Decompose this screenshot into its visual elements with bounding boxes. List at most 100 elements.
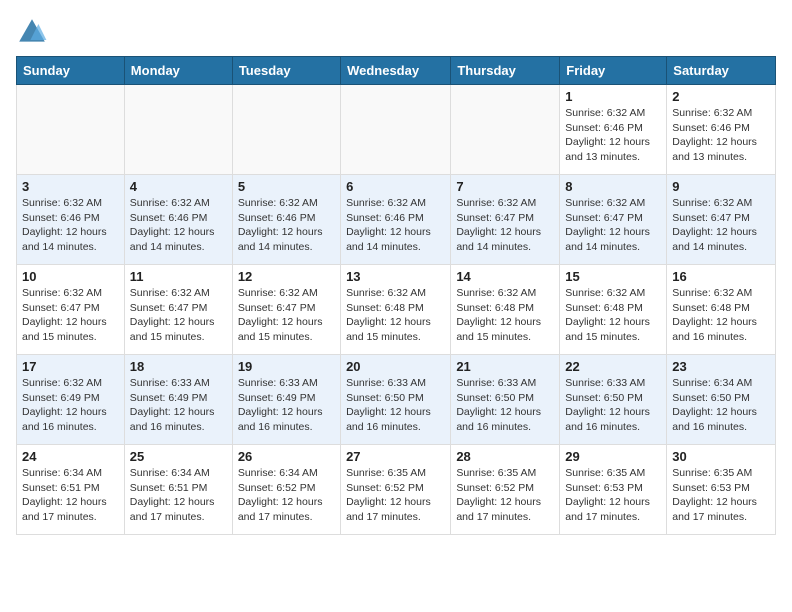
day-info: Sunrise: 6:33 AM Sunset: 6:49 PM Dayligh… [238,376,335,435]
day-number: 21 [456,359,554,374]
day-number: 15 [565,269,661,284]
calendar-cell: 19 Sunrise: 6:33 AM Sunset: 6:49 PM Dayli… [232,355,340,445]
calendar-cell [232,85,340,175]
logo-icon [16,16,48,48]
day-info: Sunrise: 6:32 AM Sunset: 6:46 PM Dayligh… [672,106,770,165]
day-number: 22 [565,359,661,374]
calendar-cell [124,85,232,175]
calendar-cell: 8 Sunrise: 6:32 AM Sunset: 6:47 PM Daylig… [560,175,667,265]
day-info: Sunrise: 6:32 AM Sunset: 6:46 PM Dayligh… [238,196,335,255]
day-number: 2 [672,89,770,104]
calendar-cell: 14Sunrise: 6:32 AM Sunset: 6:48 PM Dayli… [451,265,560,355]
day-number: 6 [346,179,445,194]
calendar-cell: 24Sunrise: 6:34 AM Sunset: 6:51 PM Dayli… [17,445,125,535]
day-info: Sunrise: 6:32 AM Sunset: 6:49 PM Dayligh… [22,376,119,435]
day-number: 28 [456,449,554,464]
page-header [16,16,776,48]
day-info: Sunrise: 6:32 AM Sunset: 6:47 PM Dayligh… [456,196,554,255]
day-info: Sunrise: 6:34 AM Sunset: 6:51 PM Dayligh… [130,466,227,525]
calendar-cell [341,85,451,175]
calendar-table: SundayMondayTuesdayWednesdayThursdayFrid… [16,56,776,535]
day-number: 20 [346,359,445,374]
day-number: 10 [22,269,119,284]
day-info: Sunrise: 6:32 AM Sunset: 6:47 PM Dayligh… [22,286,119,345]
calendar-cell: 4 Sunrise: 6:32 AM Sunset: 6:46 PM Daylig… [124,175,232,265]
calendar-cell: 15 Sunrise: 6:32 AM Sunset: 6:48 PM Dayli… [560,265,667,355]
calendar-cell: 18 Sunrise: 6:33 AM Sunset: 6:49 PM Dayli… [124,355,232,445]
day-number: 8 [565,179,661,194]
day-number: 9 [672,179,770,194]
calendar-cell: 29 Sunrise: 6:35 AM Sunset: 6:53 PM Dayli… [560,445,667,535]
day-number: 17 [22,359,119,374]
calendar-cell: 1 Sunrise: 6:32 AM Sunset: 6:46 PM Daylig… [560,85,667,175]
day-number: 4 [130,179,227,194]
calendar-cell: 21Sunrise: 6:33 AM Sunset: 6:50 PM Dayli… [451,355,560,445]
calendar-cell: 7Sunrise: 6:32 AM Sunset: 6:47 PM Daylig… [451,175,560,265]
day-number: 19 [238,359,335,374]
calendar-cell: 28 Sunrise: 6:35 AM Sunset: 6:52 PM Dayli… [451,445,560,535]
calendar-header-row: SundayMondayTuesdayWednesdayThursdayFrid… [17,57,776,85]
day-info: Sunrise: 6:32 AM Sunset: 6:47 PM Dayligh… [565,196,661,255]
calendar-cell: 16 Sunrise: 6:32 AM Sunset: 6:48 PM Dayli… [667,265,776,355]
calendar-cell [451,85,560,175]
day-info: Sunrise: 6:35 AM Sunset: 6:53 PM Dayligh… [565,466,661,525]
calendar-cell: 26 Sunrise: 6:34 AM Sunset: 6:52 PM Dayli… [232,445,340,535]
day-info: Sunrise: 6:34 AM Sunset: 6:50 PM Dayligh… [672,376,770,435]
day-number: 11 [130,269,227,284]
calendar-cell: 6 Sunrise: 6:32 AM Sunset: 6:46 PM Daylig… [341,175,451,265]
day-number: 27 [346,449,445,464]
day-info: Sunrise: 6:33 AM Sunset: 6:49 PM Dayligh… [130,376,227,435]
calendar-week-3: 10 Sunrise: 6:32 AM Sunset: 6:47 PM Dayli… [17,265,776,355]
header-saturday: Saturday [667,57,776,85]
day-info: Sunrise: 6:32 AM Sunset: 6:48 PM Dayligh… [672,286,770,345]
day-number: 13 [346,269,445,284]
day-number: 5 [238,179,335,194]
header-monday: Monday [124,57,232,85]
calendar-cell: 2 Sunrise: 6:32 AM Sunset: 6:46 PM Daylig… [667,85,776,175]
calendar-cell: 25 Sunrise: 6:34 AM Sunset: 6:51 PM Dayli… [124,445,232,535]
calendar-week-1: 1 Sunrise: 6:32 AM Sunset: 6:46 PM Daylig… [17,85,776,175]
day-number: 12 [238,269,335,284]
calendar-cell: 3 Sunrise: 6:32 AM Sunset: 6:46 PM Daylig… [17,175,125,265]
calendar-cell: 11 Sunrise: 6:32 AM Sunset: 6:47 PM Dayli… [124,265,232,355]
calendar-cell: 30Sunrise: 6:35 AM Sunset: 6:53 PM Dayli… [667,445,776,535]
calendar-cell: 17 Sunrise: 6:32 AM Sunset: 6:49 PM Dayli… [17,355,125,445]
calendar-cell: 23 Sunrise: 6:34 AM Sunset: 6:50 PM Dayli… [667,355,776,445]
calendar-week-4: 17 Sunrise: 6:32 AM Sunset: 6:49 PM Dayli… [17,355,776,445]
day-number: 18 [130,359,227,374]
day-info: Sunrise: 6:32 AM Sunset: 6:48 PM Dayligh… [456,286,554,345]
day-info: Sunrise: 6:32 AM Sunset: 6:46 PM Dayligh… [22,196,119,255]
day-info: Sunrise: 6:35 AM Sunset: 6:53 PM Dayligh… [672,466,770,525]
day-info: Sunrise: 6:32 AM Sunset: 6:47 PM Dayligh… [238,286,335,345]
calendar-cell: 13 Sunrise: 6:32 AM Sunset: 6:48 PM Dayli… [341,265,451,355]
header-thursday: Thursday [451,57,560,85]
day-number: 1 [565,89,661,104]
day-number: 29 [565,449,661,464]
header-sunday: Sunday [17,57,125,85]
day-number: 24 [22,449,119,464]
day-number: 3 [22,179,119,194]
day-number: 16 [672,269,770,284]
day-info: Sunrise: 6:32 AM Sunset: 6:46 PM Dayligh… [346,196,445,255]
day-info: Sunrise: 6:35 AM Sunset: 6:52 PM Dayligh… [456,466,554,525]
day-info: Sunrise: 6:34 AM Sunset: 6:52 PM Dayligh… [238,466,335,525]
calendar-cell: 20 Sunrise: 6:33 AM Sunset: 6:50 PM Dayli… [341,355,451,445]
day-info: Sunrise: 6:33 AM Sunset: 6:50 PM Dayligh… [346,376,445,435]
day-number: 23 [672,359,770,374]
day-info: Sunrise: 6:32 AM Sunset: 6:46 PM Dayligh… [565,106,661,165]
day-number: 25 [130,449,227,464]
header-wednesday: Wednesday [341,57,451,85]
day-info: Sunrise: 6:32 AM Sunset: 6:48 PM Dayligh… [565,286,661,345]
calendar-cell: 12 Sunrise: 6:32 AM Sunset: 6:47 PM Dayli… [232,265,340,355]
day-info: Sunrise: 6:33 AM Sunset: 6:50 PM Dayligh… [565,376,661,435]
day-info: Sunrise: 6:32 AM Sunset: 6:46 PM Dayligh… [130,196,227,255]
calendar-week-5: 24 Sunrise: 6:34 AM Sunset: 6:51 PM Dayli… [17,445,776,535]
day-info: Sunrise: 6:32 AM Sunset: 6:47 PM Dayligh… [672,196,770,255]
calendar-cell: 22 Sunrise: 6:33 AM Sunset: 6:50 PM Dayli… [560,355,667,445]
header-friday: Friday [560,57,667,85]
header-tuesday: Tuesday [232,57,340,85]
day-info: Sunrise: 6:32 AM Sunset: 6:48 PM Dayligh… [346,286,445,345]
day-info: Sunrise: 6:32 AM Sunset: 6:47 PM Dayligh… [130,286,227,345]
day-number: 26 [238,449,335,464]
calendar-cell: 10 Sunrise: 6:32 AM Sunset: 6:47 PM Dayli… [17,265,125,355]
